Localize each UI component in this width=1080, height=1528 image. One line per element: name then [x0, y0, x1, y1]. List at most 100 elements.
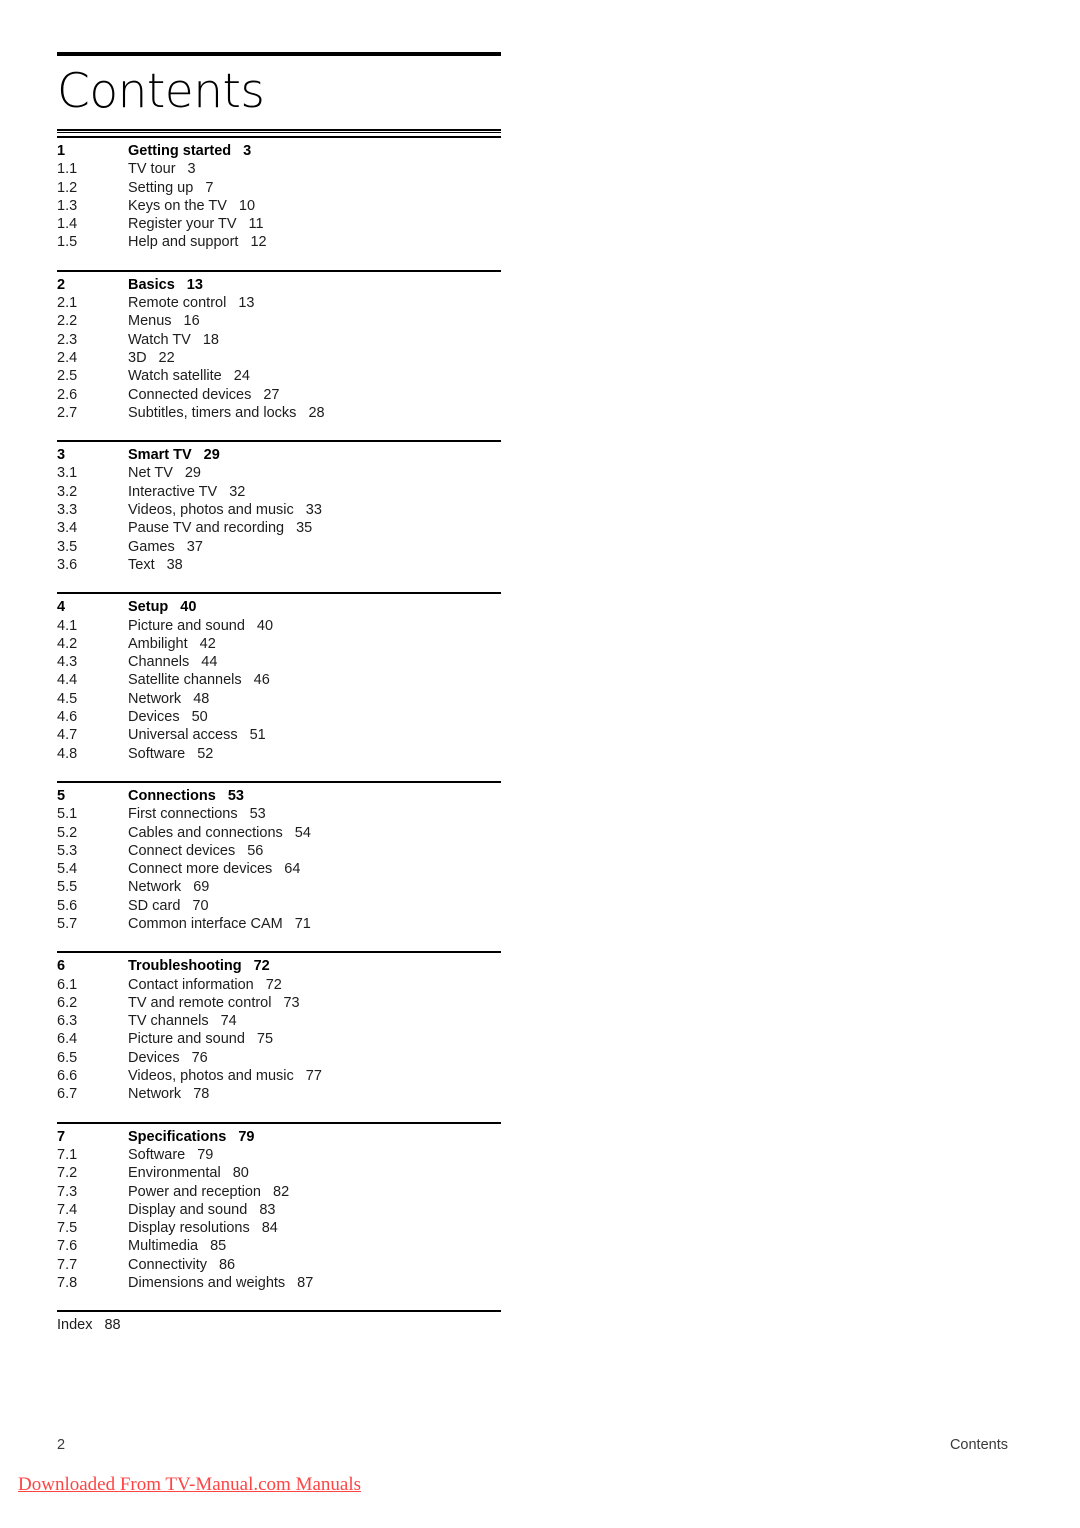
toc-entry[interactable]: 4.5 Network 48: [57, 690, 501, 708]
toc-entry[interactable]: 6.1 Contact information 72: [57, 976, 501, 994]
toc-section-heading[interactable]: 2 Basics 13: [57, 276, 501, 294]
toc-entry[interactable]: 5.2 Cables and connections 54: [57, 824, 501, 842]
toc-entry[interactable]: 7.5 Display resolutions 84: [57, 1219, 501, 1237]
toc-section-title: Getting started: [128, 143, 232, 159]
toc-section: 2 Basics 13 2.1 Remote control 13 2.2 Menus 16 2.…: [57, 269, 501, 440]
toc-entry-title: First connections: [128, 806, 238, 823]
toc-section-heading[interactable]: 6 Troubleshooting 72: [57, 957, 501, 975]
toc-entry[interactable]: 1.4 Register your TV 11: [57, 215, 501, 233]
toc-entry-number: 4.1: [57, 617, 78, 634]
toc-entry-number: 1.2: [57, 179, 78, 196]
toc-entry[interactable]: 2.1 Remote control 13: [57, 294, 501, 312]
toc-section-heading[interactable]: 4 Setup 40: [57, 598, 501, 616]
toc-section-heading[interactable]: 5 Connections 53: [57, 787, 501, 805]
toc-section-number: 2: [57, 276, 66, 293]
toc-section-heading[interactable]: 1 Getting started 3: [57, 142, 501, 160]
toc-entry[interactable]: 1.2 Setting up 7: [57, 179, 501, 197]
toc-entry-title: Universal access: [128, 727, 238, 744]
toc-entry[interactable]: 7.3 Power and reception 82: [57, 1183, 501, 1201]
toc-entry[interactable]: 2.7 Subtitles, timers and locks 28: [57, 404, 501, 422]
toc-entry[interactable]: 7.8 Dimensions and weights 87: [57, 1274, 501, 1292]
toc-entry[interactable]: 6.6 Videos, photos and music 77: [57, 1067, 501, 1085]
toc-entry[interactable]: 7.7 Connectivity 86: [57, 1256, 501, 1274]
toc-section: 6 Troubleshooting 72 6.1 Contact information…: [57, 951, 501, 1121]
index-entry[interactable]: Index 88: [57, 1316, 501, 1334]
toc-entry[interactable]: 1.3 Keys on the TV 10: [57, 197, 501, 215]
toc-entry[interactable]: 1.1 TV tour 3: [57, 160, 501, 178]
toc-entry[interactable]: 2.3 Watch TV 18: [57, 331, 501, 349]
toc-entry[interactable]: 5.1 First connections 53: [57, 805, 501, 823]
toc-entry[interactable]: 3.6 Text 38: [57, 556, 501, 574]
toc-entry-page: 87: [297, 1275, 314, 1292]
toc-entry[interactable]: 7.1 Software 79: [57, 1146, 501, 1164]
toc-entry-page: 22: [158, 349, 175, 366]
toc-entry-number: 4.7: [57, 727, 78, 744]
toc-section-number: 5: [57, 787, 66, 804]
toc-entry[interactable]: 3.1 Net TV 29: [57, 464, 501, 482]
toc-entry[interactable]: 5.4 Connect more devices 64: [57, 860, 501, 878]
toc-entry-page: 73: [283, 994, 300, 1011]
toc-entry[interactable]: 3.2 Interactive TV 32: [57, 483, 501, 501]
toc-entry-page: 83: [259, 1201, 276, 1218]
toc-entry-title: Devices: [128, 709, 180, 726]
toc-section-number: 6: [57, 958, 66, 975]
toc-section-title: Troubleshooting: [128, 958, 242, 975]
toc-entry-page: 48: [193, 690, 210, 707]
toc-section: 5 Connections 53 5.1 First connections 53 5.2 C…: [57, 780, 501, 951]
toc-entry[interactable]: 5.6 SD card 70: [57, 897, 501, 915]
toc-entry[interactable]: 7.6 Multimedia 85: [57, 1237, 501, 1255]
toc-entry[interactable]: 2.5 Watch satellite 24: [57, 367, 501, 385]
document-page: Contents 1 Getting started 3 1.1 TV tour 3 1.2…: [0, 0, 1080, 1528]
toc-entry-title: Network: [128, 690, 182, 707]
toc-section-heading[interactable]: 3 Smart TV 29: [57, 446, 501, 464]
toc-section-title: Basics: [128, 276, 175, 293]
toc-entry[interactable]: 6.3 TV channels 74: [57, 1012, 501, 1030]
toc-entry[interactable]: 5.3 Connect devices 56: [57, 842, 501, 860]
toc-entry-title: Devices: [128, 1049, 180, 1066]
toc-entry[interactable]: 4.6 Devices 50: [57, 708, 501, 726]
toc-entry-page: 28: [308, 404, 325, 421]
toc-entry[interactable]: 3.4 Pause TV and recording 35: [57, 519, 501, 537]
toc-entry[interactable]: 6.7 Network 78: [57, 1085, 501, 1103]
toc-entry[interactable]: 2.6 Connected devices 27: [57, 386, 501, 404]
toc-entry[interactable]: 7.2 Environmental 80: [57, 1164, 501, 1182]
toc-entry-number: 6.4: [57, 1031, 78, 1048]
toc-entry-number: 6.6: [57, 1068, 78, 1085]
toc-entry[interactable]: 6.2 TV and remote control 73: [57, 994, 501, 1012]
toc-entry[interactable]: 7.4 Display and sound 83: [57, 1201, 501, 1219]
toc-entry[interactable]: 5.7 Common interface CAM 71: [57, 915, 501, 933]
toc-entry-number: 5.6: [57, 897, 78, 914]
toc-entry[interactable]: 6.5 Devices 76: [57, 1049, 501, 1067]
toc-entry-number: 3.1: [57, 465, 78, 482]
watermark-link[interactable]: Downloaded From TV-Manual.com Manuals: [18, 1474, 361, 1496]
toc-entry[interactable]: 4.1 Picture and sound 40: [57, 617, 501, 635]
toc-entry-page: 18: [202, 331, 219, 348]
toc-entry-title: Ambilight: [128, 635, 188, 652]
toc-entry-title: TV tour: [128, 161, 176, 178]
toc-entry-title: Satellite channels: [128, 672, 242, 689]
toc-entry-title: Games: [128, 538, 175, 555]
toc-section-heading[interactable]: 7 Specifications 79: [57, 1128, 501, 1146]
toc-entry[interactable]: 4.2 Ambilight 42: [57, 635, 501, 653]
toc-entry[interactable]: 4.3 Channels 44: [57, 653, 501, 671]
toc-entry-title: Pause TV and recording: [128, 520, 285, 537]
toc-entry[interactable]: 2.4 3D 22: [57, 349, 501, 367]
toc-entry[interactable]: 2.2 Menus 16: [57, 312, 501, 330]
toc-entry[interactable]: 4.7 Universal access 51: [57, 726, 501, 744]
toc-entry[interactable]: 6.4 Picture and sound 75: [57, 1030, 501, 1048]
toc-entry[interactable]: 5.5 Network 69: [57, 878, 501, 896]
toc-entry-number: 3.6: [57, 556, 78, 573]
toc-entry[interactable]: 4.8 Software 52: [57, 745, 501, 763]
toc-entry-number: 4.2: [57, 635, 78, 652]
toc-entry-page: 64: [284, 861, 301, 878]
toc-entry[interactable]: 3.5 Games 37: [57, 538, 501, 556]
toc-entry[interactable]: 3.3 Videos, photos and music 33: [57, 501, 501, 519]
toc-entry-title: Help and support: [128, 234, 239, 251]
toc-entry-page: 51: [249, 727, 266, 744]
toc-entry-page: 3: [187, 161, 196, 178]
section-rule: [57, 136, 501, 138]
toc-entry[interactable]: 4.4 Satellite channels 46: [57, 671, 501, 689]
toc-entry[interactable]: 1.5 Help and support 12: [57, 233, 501, 251]
